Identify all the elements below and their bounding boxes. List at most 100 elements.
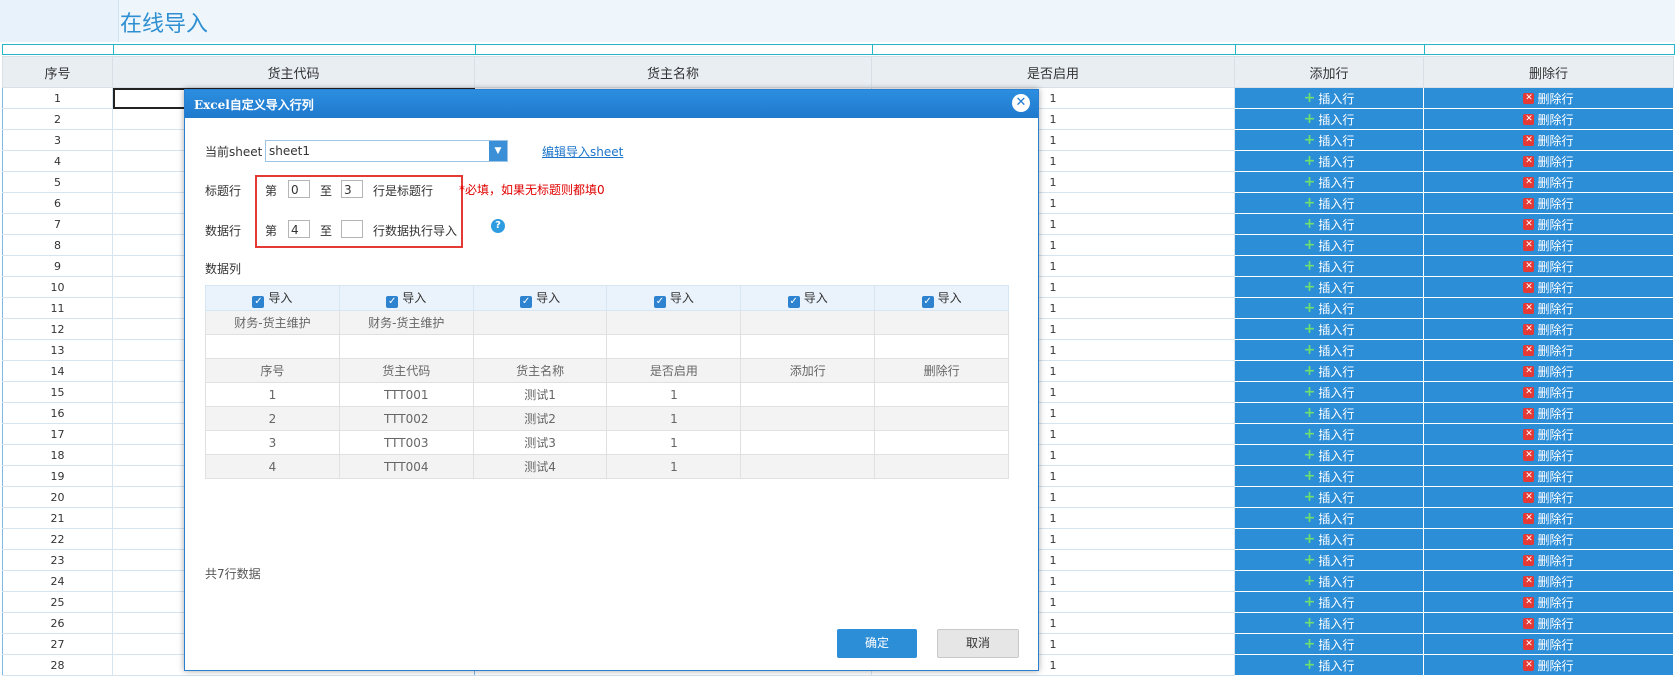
delete-row-button[interactable]: ✕ 删除行 — [1423, 129, 1674, 151]
preview-cell: 测试2 — [472, 406, 608, 431]
col-header-delete[interactable]: 删除行 — [1423, 56, 1674, 88]
checkbox-checked-icon[interactable]: ✓ — [252, 295, 265, 308]
title-row-from-input[interactable]: 0 — [288, 180, 310, 198]
insert-row-button[interactable]: + 插入行 — [1234, 549, 1424, 571]
delete-row-button[interactable]: ✕ 删除行 — [1423, 297, 1674, 319]
delete-row-button[interactable]: ✕ 删除行 — [1423, 654, 1674, 676]
col-header-seq[interactable]: 序号 — [2, 56, 113, 88]
delete-row-label: 删除行 — [1537, 553, 1574, 568]
insert-row-label: 插入行 — [1318, 364, 1355, 379]
delete-row-button[interactable]: ✕ 删除行 — [1423, 402, 1674, 424]
delete-row-button[interactable]: ✕ 删除行 — [1423, 570, 1674, 592]
dialog-titlebar[interactable]: Excel自定义导入行列 ✕ — [185, 90, 1038, 118]
help-icon[interactable]: ? — [491, 219, 505, 233]
insert-row-button[interactable]: + 插入行 — [1234, 486, 1424, 508]
cancel-button[interactable]: 取消 — [937, 629, 1019, 658]
insert-row-button[interactable]: + 插入行 — [1234, 108, 1424, 130]
checkbox-checked-icon[interactable]: ✓ — [520, 295, 533, 308]
insert-row-button[interactable]: + 插入行 — [1234, 339, 1424, 361]
checkbox-checked-icon[interactable]: ✓ — [653, 295, 666, 308]
preview-cell: TTT002 — [338, 406, 474, 431]
chevron-down-icon[interactable]: ▼ — [489, 141, 507, 161]
delete-row-label: 删除行 — [1537, 427, 1574, 442]
checkbox-checked-icon[interactable]: ✓ — [787, 295, 800, 308]
insert-row-button[interactable]: + 插入行 — [1234, 129, 1424, 151]
title-row-to-input[interactable]: 3 — [341, 180, 363, 198]
insert-row-button[interactable]: + 插入行 — [1234, 297, 1424, 319]
edit-sheet-link[interactable]: 编辑导入sheet — [542, 143, 623, 160]
delete-row-button[interactable]: ✕ 删除行 — [1423, 276, 1674, 298]
insert-row-button[interactable]: + 插入行 — [1234, 318, 1424, 340]
delete-row-button[interactable]: ✕ 删除行 — [1423, 612, 1674, 634]
insert-row-button[interactable]: + 插入行 — [1234, 381, 1424, 403]
insert-row-button[interactable]: + 插入行 — [1234, 591, 1424, 613]
preview-cell — [740, 430, 876, 455]
delete-row-button[interactable]: ✕ 删除行 — [1423, 549, 1674, 571]
delete-icon: ✕ — [1523, 449, 1535, 461]
delete-row-button[interactable]: ✕ 删除行 — [1423, 108, 1674, 130]
insert-row-button[interactable]: + 插入行 — [1234, 612, 1424, 634]
close-icon[interactable]: ✕ — [1012, 94, 1030, 112]
col-header-name[interactable]: 货主名称 — [474, 56, 872, 88]
insert-row-label: 插入行 — [1318, 406, 1355, 421]
delete-row-button[interactable]: ✕ 删除行 — [1423, 591, 1674, 613]
preview-cell: TTT004 — [338, 454, 474, 479]
insert-row-button[interactable]: + 插入行 — [1234, 87, 1424, 109]
delete-row-button[interactable]: ✕ 删除行 — [1423, 423, 1674, 445]
sheet-select[interactable]: sheet1 ▼ — [265, 140, 508, 162]
preview-cell: 1 — [606, 382, 742, 407]
delete-row-button[interactable]: ✕ 删除行 — [1423, 87, 1674, 109]
delete-row-label: 删除行 — [1537, 91, 1574, 106]
import-checkbox-3[interactable]: ✓ 导入 — [472, 285, 608, 311]
import-checkbox-4[interactable]: ✓ 导入 — [606, 285, 742, 311]
insert-row-button[interactable]: + 插入行 — [1234, 423, 1424, 445]
insert-row-button[interactable]: + 插入行 — [1234, 570, 1424, 592]
delete-row-button[interactable]: ✕ 删除行 — [1423, 192, 1674, 214]
confirm-button[interactable]: 确定 — [837, 629, 917, 658]
insert-row-button[interactable]: + 插入行 — [1234, 150, 1424, 172]
import-checkbox-6[interactable]: ✓ 导入 — [874, 285, 1009, 311]
import-checkbox-5[interactable]: ✓ 导入 — [740, 285, 876, 311]
insert-row-button[interactable]: + 插入行 — [1234, 255, 1424, 277]
data-row-to-input[interactable] — [341, 220, 363, 238]
insert-row-button[interactable]: + 插入行 — [1234, 465, 1424, 487]
delete-row-button[interactable]: ✕ 删除行 — [1423, 213, 1674, 235]
col-header-enabled[interactable]: 是否启用 — [871, 56, 1235, 88]
preview-cell: 测试3 — [472, 430, 608, 455]
delete-row-button[interactable]: ✕ 删除行 — [1423, 255, 1674, 277]
insert-row-button[interactable]: + 插入行 — [1234, 528, 1424, 550]
insert-row-button[interactable]: + 插入行 — [1234, 633, 1424, 655]
insert-row-button[interactable]: + 插入行 — [1234, 507, 1424, 529]
insert-row-button[interactable]: + 插入行 — [1234, 654, 1424, 676]
preview-cell: 2 — [205, 406, 340, 431]
insert-row-button[interactable]: + 插入行 — [1234, 276, 1424, 298]
insert-row-button[interactable]: + 插入行 — [1234, 213, 1424, 235]
preview-cell — [606, 310, 742, 335]
delete-row-button[interactable]: ✕ 删除行 — [1423, 381, 1674, 403]
col-header-add[interactable]: 添加行 — [1234, 56, 1424, 88]
delete-row-button[interactable]: ✕ 删除行 — [1423, 633, 1674, 655]
delete-row-button[interactable]: ✕ 删除行 — [1423, 150, 1674, 172]
delete-row-button[interactable]: ✕ 删除行 — [1423, 360, 1674, 382]
checkbox-checked-icon[interactable]: ✓ — [921, 295, 934, 308]
insert-row-button[interactable]: + 插入行 — [1234, 360, 1424, 382]
delete-row-button[interactable]: ✕ 删除行 — [1423, 507, 1674, 529]
insert-row-button[interactable]: + 插入行 — [1234, 444, 1424, 466]
delete-row-button[interactable]: ✕ 删除行 — [1423, 465, 1674, 487]
data-row-from-input[interactable]: 4 — [288, 220, 310, 238]
delete-row-button[interactable]: ✕ 删除行 — [1423, 234, 1674, 256]
insert-row-button[interactable]: + 插入行 — [1234, 234, 1424, 256]
delete-row-button[interactable]: ✕ 删除行 — [1423, 318, 1674, 340]
insert-row-button[interactable]: + 插入行 — [1234, 402, 1424, 424]
delete-row-button[interactable]: ✕ 删除行 — [1423, 528, 1674, 550]
checkbox-checked-icon[interactable]: ✓ — [386, 295, 399, 308]
delete-row-button[interactable]: ✕ 删除行 — [1423, 444, 1674, 466]
insert-row-button[interactable]: + 插入行 — [1234, 192, 1424, 214]
delete-row-button[interactable]: ✕ 删除行 — [1423, 486, 1674, 508]
import-checkbox-2[interactable]: ✓ 导入 — [338, 285, 474, 311]
delete-row-button[interactable]: ✕ 删除行 — [1423, 339, 1674, 361]
import-checkbox-1[interactable]: ✓ 导入 — [205, 285, 340, 311]
delete-row-button[interactable]: ✕ 删除行 — [1423, 171, 1674, 193]
col-header-code[interactable]: 货主代码 — [112, 56, 475, 88]
insert-row-button[interactable]: + 插入行 — [1234, 171, 1424, 193]
